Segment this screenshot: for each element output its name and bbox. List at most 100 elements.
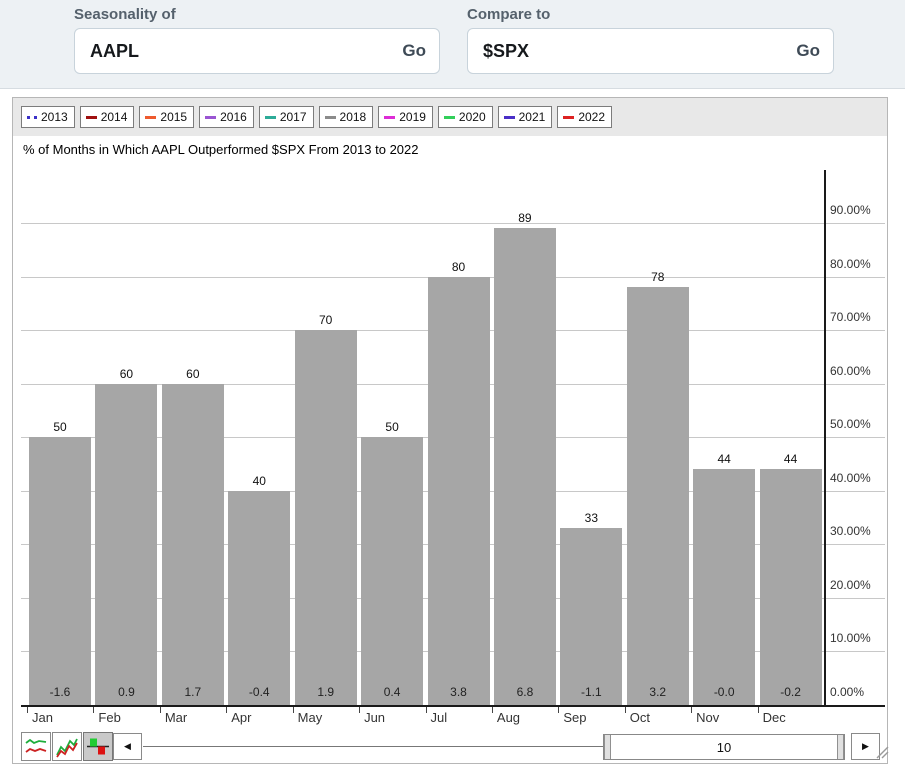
scroll-left-button[interactable]: ◀ — [113, 733, 142, 760]
y-tick-label: 30.00% — [830, 524, 871, 538]
chart-panel: 2013 2014 2015 2016 2017 2018 2019 2020 2021 2022… — [12, 97, 888, 764]
y-tick-label: 60.00% — [830, 364, 871, 378]
legend-year-label: 2014 — [101, 110, 128, 124]
bar-bottom-label: 1.7 — [162, 685, 224, 699]
line-chart-mode-button[interactable] — [21, 732, 51, 761]
compare-input[interactable] — [481, 40, 796, 63]
x-tick-label: Jul — [431, 710, 448, 725]
bar-Feb[interactable] — [95, 384, 157, 705]
legend-items: 2013 2014 2015 2016 2017 2018 2019 2020 2021 2022 — [21, 106, 612, 128]
slider-value: 10 — [611, 740, 837, 755]
bar-May[interactable] — [295, 330, 357, 705]
y-tick-label: 80.00% — [830, 257, 871, 271]
bar-bottom-label: -0.4 — [228, 685, 290, 699]
legend-year-label: 2019 — [399, 110, 426, 124]
seasonality-go-button[interactable]: Go — [402, 41, 426, 61]
bar-value-label: 60 — [95, 367, 157, 381]
legend-year-2019[interactable]: 2019 — [378, 106, 433, 128]
bar-value-label: 80 — [428, 260, 490, 274]
legend-year-label: 2017 — [280, 110, 307, 124]
bar-value-label: 33 — [560, 511, 622, 525]
legend-year-2017[interactable]: 2017 — [259, 106, 314, 128]
seasonality-input[interactable] — [88, 40, 402, 63]
y-tick-label: 70.00% — [830, 310, 871, 324]
dash-line-swatch — [504, 116, 515, 119]
y-axis-line — [824, 170, 826, 705]
bar-value-label: 50 — [361, 420, 423, 434]
bar-bottom-label: 0.9 — [95, 685, 157, 699]
thumb-right-grip — [837, 735, 844, 759]
x-axis-line — [21, 705, 885, 707]
bar-chart-mode-button[interactable] — [83, 732, 113, 761]
legend-year-2021[interactable]: 2021 — [498, 106, 553, 128]
x-tick-label: Feb — [98, 710, 120, 725]
bar-value-label: 40 — [228, 474, 290, 488]
seasonality-field-group: Seasonality of Go — [74, 6, 440, 74]
dash-line-swatch — [86, 116, 97, 119]
bar-Oct[interactable] — [627, 287, 689, 705]
bar-bottom-label: 6.8 — [494, 685, 556, 699]
legend-year-2016[interactable]: 2016 — [199, 106, 254, 128]
bar-Jan[interactable] — [29, 437, 91, 705]
bar-bottom-label: -1.6 — [29, 685, 91, 699]
dash-line-swatch — [265, 116, 276, 119]
dash-line-swatch — [384, 116, 395, 119]
resize-grip-icon — [872, 742, 890, 760]
bar-bottom-label: 3.8 — [428, 685, 490, 699]
dash-line-swatch — [444, 116, 455, 119]
bar-bottom-label: 3.2 — [627, 685, 689, 699]
chart-title: % of Months in Which AAPL Outperformed $… — [23, 142, 419, 157]
bars-chart-icon — [86, 735, 110, 759]
x-tick-label: Oct — [630, 710, 650, 725]
bar-value-label: 89 — [494, 211, 556, 225]
y-tick-label: 40.00% — [830, 471, 871, 485]
bar-Aug[interactable] — [494, 228, 556, 705]
header: Seasonality of Go Compare to Go — [0, 0, 905, 89]
legend-year-2020[interactable]: 2020 — [438, 106, 493, 128]
bar-bottom-label: 0.4 — [361, 685, 423, 699]
compare-field-group: Compare to Go — [467, 6, 834, 74]
slider-track[interactable] — [143, 746, 603, 747]
bar-value-label: 50 — [29, 420, 91, 434]
x-tick-label: Jan — [32, 710, 53, 725]
y-tick-label: 10.00% — [830, 631, 871, 645]
y-tick-label: 50.00% — [830, 417, 871, 431]
compare-field-box: Go — [467, 28, 834, 74]
resize-handle[interactable] — [872, 742, 890, 760]
bar-Sep[interactable] — [560, 528, 622, 705]
bar-value-label: 60 — [162, 367, 224, 381]
bar-Dec[interactable] — [760, 469, 822, 705]
x-tick-label: Aug — [497, 710, 520, 725]
seasonality-label: Seasonality of — [74, 6, 440, 23]
bar-Jul[interactable] — [428, 277, 490, 705]
legend-year-2015[interactable]: 2015 — [139, 106, 194, 128]
legend-year-label: 2022 — [578, 110, 605, 124]
legend-year-label: 2020 — [459, 110, 486, 124]
chart-canvas: % of Months in Which AAPL Outperformed $… — [13, 136, 887, 763]
x-tick-label: Sep — [563, 710, 586, 725]
legend-year-label: 2018 — [340, 110, 367, 124]
bar-value-label: 44 — [760, 452, 822, 466]
slider-thumb[interactable]: 10 — [603, 734, 845, 760]
overlay-lines-chart-icon — [55, 735, 79, 759]
legend-bar: 2013 2014 2015 2016 2017 2018 2019 2020 2021 2022 — [13, 98, 887, 136]
x-tick-label: Dec — [763, 710, 786, 725]
legend-year-label: 2016 — [220, 110, 247, 124]
legend-year-2018[interactable]: 2018 — [319, 106, 374, 128]
bar-Apr[interactable] — [228, 491, 290, 705]
dash-line-swatch — [205, 116, 216, 119]
legend-year-2013[interactable]: 2013 — [21, 106, 75, 128]
dash-line-swatch — [325, 116, 336, 119]
seasonality-field-box: Go — [74, 28, 440, 74]
bar-Mar[interactable] — [162, 384, 224, 705]
legend-year-2014[interactable]: 2014 — [80, 106, 135, 128]
legend-year-2022[interactable]: 2022 — [557, 106, 612, 128]
legend-year-label: 2015 — [160, 110, 187, 124]
overlay-chart-mode-button[interactable] — [52, 732, 82, 761]
bar-Jun[interactable] — [361, 437, 423, 705]
bar-bottom-label: 1.9 — [295, 685, 357, 699]
bar-Nov[interactable] — [693, 469, 755, 705]
compare-go-button[interactable]: Go — [796, 41, 820, 61]
bar-bottom-label: -0.0 — [693, 685, 755, 699]
bar-bottom-label: -0.2 — [760, 685, 822, 699]
